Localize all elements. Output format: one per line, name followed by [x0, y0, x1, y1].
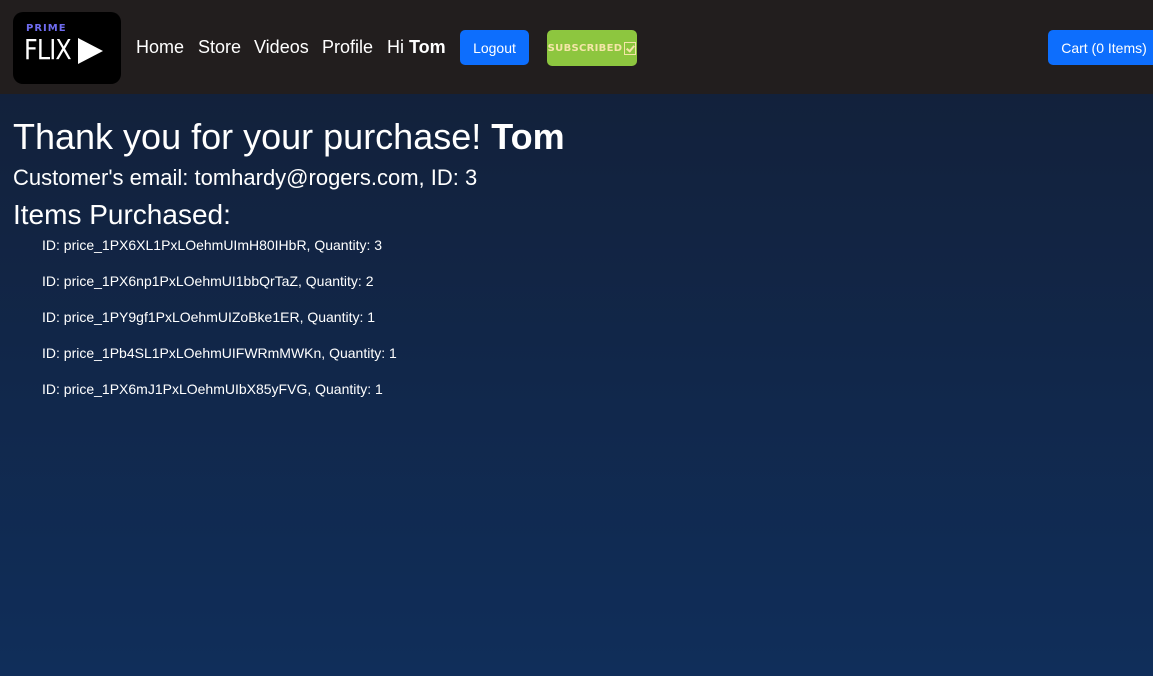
purchased-item: ID: price_1Pb4SL1PxLOehmUIFWRmMWKn, Quan…	[42, 345, 397, 361]
thank-you-heading: Thank you for your purchase! Tom	[13, 114, 565, 160]
items-purchased-heading: Items Purchased:	[13, 199, 231, 230]
nav-link-store[interactable]: Store	[198, 36, 241, 58]
greeting-user-name: Tom	[409, 37, 446, 57]
logout-button[interactable]: Logout	[460, 30, 529, 65]
purchased-item: ID: price_1PX6XL1PxLOehmUImH80IHbR, Quan…	[42, 237, 383, 253]
logo-flix-text: FLIX	[24, 33, 72, 66]
greeting-prefix: Hi	[387, 37, 404, 57]
purchased-item: ID: price_1PY9gf1PxLOehmUIZoBke1ER, Quan…	[42, 309, 376, 325]
user-greeting: Hi Tom	[387, 36, 446, 58]
play-icon	[78, 38, 103, 64]
purchased-items-list: ID: price_1PX6XL1PxLOehmUImH80IHbR, Quan…	[13, 236, 565, 416]
cart-button[interactable]: Cart (0 Items)	[1048, 30, 1153, 65]
customer-name: Tom	[491, 116, 565, 157]
purchased-item: ID: price_1PX6np1PxLOehmUI1bbQrTaZ, Quan…	[42, 273, 374, 289]
subscribed-badge: SUBSCRIBED	[547, 30, 637, 66]
checkbox-check-icon	[624, 41, 637, 55]
thank-you-text: Thank you for your purchase!	[13, 116, 482, 157]
primeflix-logo[interactable]: PRIME FLIX	[13, 12, 121, 84]
nav-link-profile[interactable]: Profile	[322, 36, 373, 58]
customer-email-line: Customer's email: tomhardy@rogers.com, I…	[13, 165, 478, 190]
navbar: PRIME FLIX Home Store Videos Profile Hi …	[0, 0, 1153, 94]
purchase-confirmation: Thank you for your purchase! Tom Custome…	[13, 114, 565, 416]
subscribed-label: SUBSCRIBED	[547, 42, 623, 54]
nav-link-home[interactable]: Home	[136, 36, 184, 58]
nav-link-videos[interactable]: Videos	[254, 36, 309, 58]
purchased-item: ID: price_1PX6mJ1PxLOehmUIbX85yFVG, Quan…	[42, 381, 383, 397]
